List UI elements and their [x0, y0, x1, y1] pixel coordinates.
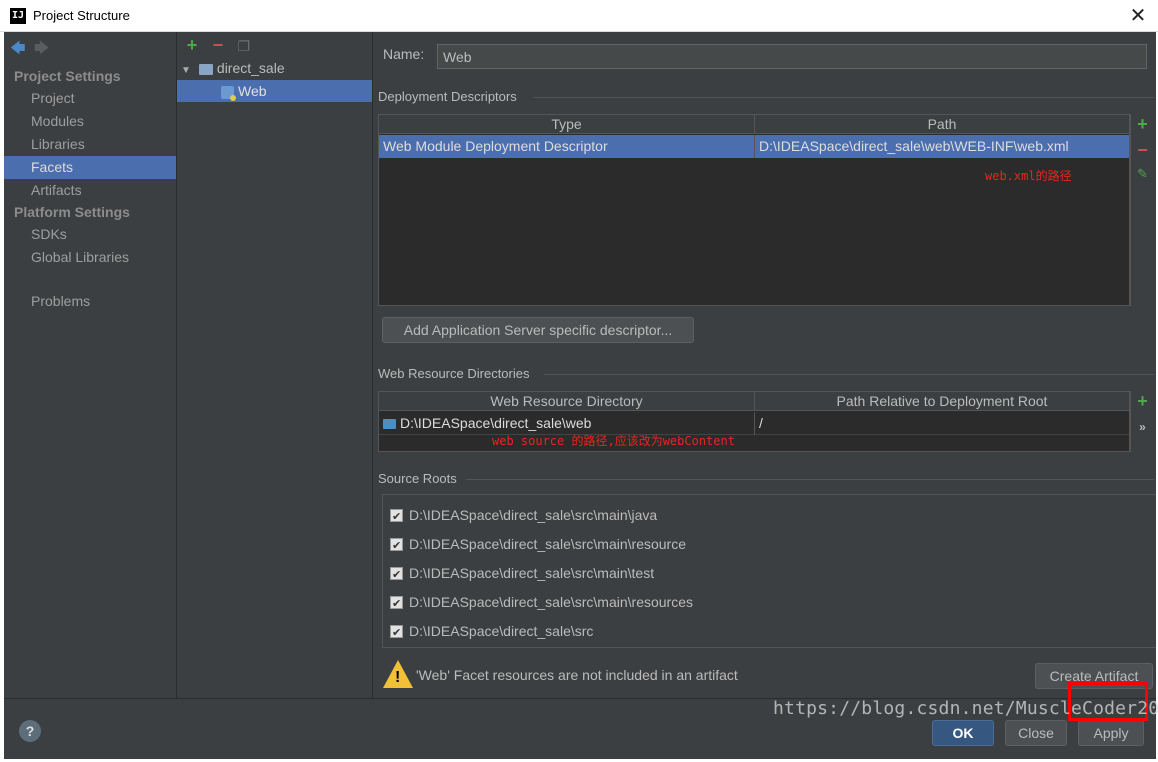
- window-title: Project Structure: [33, 8, 130, 23]
- ok-button[interactable]: OK: [932, 720, 994, 746]
- warning-message: 'Web' Facet resources are not included i…: [416, 667, 738, 683]
- descriptor-toolbar: + − ✎: [1130, 114, 1154, 306]
- add-icon[interactable]: +: [181, 35, 203, 56]
- divider: [466, 479, 1154, 480]
- source-root-item[interactable]: D:\IDEASpace\direct_sale\src\main\resour…: [390, 592, 693, 614]
- checkbox[interactable]: [390, 536, 403, 556]
- name-field[interactable]: [437, 44, 1147, 69]
- table-header: Web Resource Directory Path Relative to …: [379, 392, 1129, 411]
- annotation-web-xml-path: web.xml的路径: [985, 169, 1072, 183]
- add-descriptor-icon[interactable]: +: [1131, 114, 1154, 140]
- source-root-item[interactable]: D:\IDEASpace\direct_sale\src\main\java: [390, 505, 658, 527]
- window-close-icon[interactable]: ✕: [1126, 4, 1150, 28]
- divider: [534, 97, 1154, 98]
- descriptor-type-cell: Web Module Deployment Descriptor: [379, 135, 755, 158]
- deployment-descriptors-table: Type Path Web Module Deployment Descript…: [378, 114, 1130, 306]
- dialog-footer: ? OK Close Apply: [4, 698, 1156, 759]
- source-root-label: D:\IDEASpace\direct_sale\src: [409, 623, 594, 639]
- tree-node-label: direct_sale: [216, 60, 285, 76]
- facet-settings: Name: Deployment Descriptors Type Path W…: [374, 32, 1156, 698]
- platform-settings-heading: Platform Settings: [14, 204, 130, 220]
- tree-node-label: Web: [238, 83, 267, 99]
- nav-item-facets[interactable]: Facets: [4, 156, 176, 179]
- source-root-item[interactable]: D:\IDEASpace\direct_sale\src\main\test: [390, 563, 655, 585]
- resource-toolbar: + »: [1130, 391, 1154, 452]
- descriptor-path-cell: D:\IDEASpace\direct_sale\web\WEB-INF\web…: [759, 138, 1069, 154]
- divider: [544, 374, 1154, 375]
- edit-pencil-icon[interactable]: ✎: [1131, 166, 1154, 192]
- add-server-descriptor-button[interactable]: Add Application Server specific descript…: [382, 317, 694, 343]
- add-resource-icon[interactable]: +: [1131, 391, 1154, 417]
- nav-item-sdks[interactable]: SDKs: [4, 223, 176, 246]
- nav-item-libraries[interactable]: Libraries: [4, 133, 176, 156]
- web-resource-table: Web Resource Directory Path Relative to …: [378, 391, 1130, 452]
- table-header: Type Path: [379, 115, 1129, 134]
- remove-descriptor-icon[interactable]: −: [1131, 140, 1154, 166]
- warning-exclamation: !: [395, 669, 401, 686]
- expand-arrow-icon[interactable]: ▼: [181, 65, 191, 76]
- tree-node-direct-sale[interactable]: ▼ direct_sale: [177, 57, 372, 79]
- dialog-body: 🡄 🡆 Project Settings Project Modules Lib…: [4, 32, 1156, 759]
- source-roots-title: Source Roots: [378, 471, 457, 486]
- column-header-type[interactable]: Type: [379, 115, 755, 134]
- source-root-label: D:\IDEASpace\direct_sale\src\main\resour…: [409, 594, 693, 610]
- source-root-label: D:\IDEASpace\direct_sale\src\main\java: [409, 507, 658, 523]
- web-resource-directories-title: Web Resource Directories: [378, 366, 530, 381]
- column-header-directory[interactable]: Web Resource Directory: [379, 392, 755, 411]
- table-row[interactable]: Web Module Deployment Descriptor D:\IDEA…: [379, 135, 1129, 158]
- forward-arrow-icon[interactable]: 🡆: [34, 38, 54, 63]
- checkbox[interactable]: [390, 507, 403, 527]
- column-header-path[interactable]: Path: [755, 115, 1129, 134]
- checkbox[interactable]: [390, 565, 403, 585]
- create-artifact-button[interactable]: Create Artifact: [1035, 663, 1153, 689]
- source-root-item[interactable]: D:\IDEASpace\direct_sale\src: [390, 621, 594, 643]
- nav-item-artifacts[interactable]: Artifacts: [4, 179, 176, 202]
- source-root-label: D:\IDEASpace\direct_sale\src\main\test: [409, 565, 655, 581]
- nav-item-global-libraries[interactable]: Global Libraries: [4, 246, 176, 269]
- source-root-label: D:\IDEASpace\direct_sale\src\main\resour…: [409, 536, 686, 552]
- close-button[interactable]: Close: [1005, 720, 1067, 746]
- facet-tree-panel: + − ❐ ▼ direct_sale Web: [177, 32, 373, 698]
- resource-dir-label: D:\IDEASpace\direct_sale\web: [400, 415, 592, 431]
- more-icon[interactable]: »: [1131, 417, 1154, 437]
- folder-icon: [383, 419, 396, 430]
- project-settings-heading: Project Settings: [14, 68, 121, 84]
- remove-icon[interactable]: −: [207, 35, 229, 56]
- annotation-web-source-path: web source 的路径,应该改为webContent: [492, 434, 735, 448]
- nav-item-modules[interactable]: Modules: [4, 110, 176, 133]
- title-bar: IJ Project Structure ✕: [0, 0, 1158, 32]
- column-header-relative-path[interactable]: Path Relative to Deployment Root: [755, 392, 1129, 411]
- help-button[interactable]: ?: [19, 720, 41, 742]
- nav-item-problems[interactable]: Problems: [4, 290, 176, 313]
- copy-icon[interactable]: ❐: [233, 38, 255, 55]
- module-folder-icon: [198, 63, 213, 75]
- checkbox[interactable]: [390, 623, 403, 643]
- left-navigation: 🡄 🡆 Project Settings Project Modules Lib…: [4, 32, 177, 698]
- web-facet-icon: [221, 85, 236, 101]
- apply-button[interactable]: Apply: [1078, 720, 1144, 746]
- source-root-item[interactable]: D:\IDEASpace\direct_sale\src\main\resour…: [390, 534, 686, 556]
- name-label: Name:: [383, 46, 425, 62]
- deployment-descriptors-title: Deployment Descriptors: [378, 89, 517, 104]
- back-arrow-icon[interactable]: 🡄: [10, 38, 30, 63]
- nav-item-project[interactable]: Project: [4, 87, 176, 110]
- checkbox[interactable]: [390, 594, 403, 614]
- tree-node-web[interactable]: Web: [177, 80, 372, 102]
- relative-path-cell: /: [759, 415, 763, 431]
- nav-arrows: 🡄 🡆: [10, 38, 54, 57]
- tree-toolbar: + − ❐: [181, 35, 255, 55]
- intellij-logo-icon: IJ: [10, 8, 26, 24]
